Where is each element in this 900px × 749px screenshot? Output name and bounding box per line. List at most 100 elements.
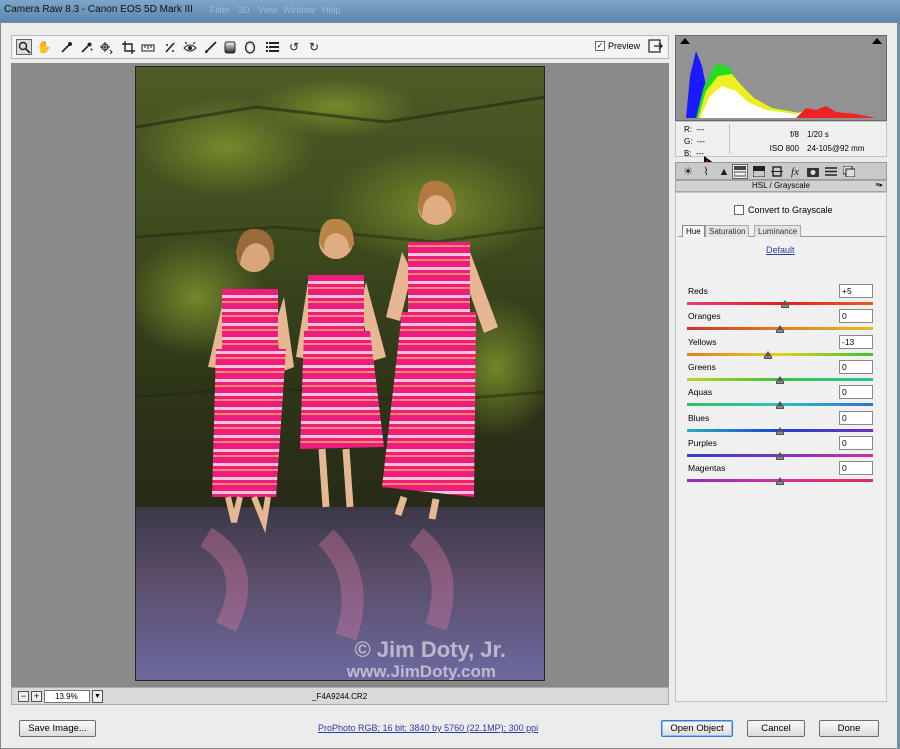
fullscreen-toggle-icon[interactable] [648, 39, 663, 56]
color-sampler-icon[interactable] [78, 39, 94, 55]
slider-label: Aquas [688, 387, 713, 398]
slider-thumb-base[interactable] [776, 406, 784, 410]
slider-thumb-base[interactable] [776, 330, 784, 334]
tab-saturation[interactable]: Saturation [705, 225, 750, 237]
panel-header: HSL / Grayscale ≡▸ [675, 180, 887, 192]
g-value: --- [696, 137, 705, 146]
preview-checkbox[interactable]: ✓ [595, 41, 605, 51]
spot-removal-icon[interactable] [162, 39, 178, 55]
slider-thumb-base[interactable] [776, 431, 784, 435]
hsl-grayscale-panel: Convert to Grayscale Hue Saturation Lumi… [675, 192, 887, 702]
slider-value-field[interactable]: -13 [839, 334, 873, 349]
detail-icon[interactable]: ▲ [716, 164, 732, 179]
camera-raw-dialog: ✋ ↺ ↻ ✓ Preview © Jim Doty, Jr. www.JimD… [0, 22, 898, 749]
camera-calibration-icon[interactable] [805, 164, 821, 179]
slider-value-field[interactable]: 0 [839, 410, 873, 425]
white-balance-tool-icon[interactable] [58, 39, 74, 55]
hue-slider-magentas[interactable]: Magentas 0 [687, 461, 875, 488]
preview-toggle[interactable]: ✓ Preview [595, 41, 640, 51]
hsl-grayscale-icon[interactable] [732, 164, 748, 179]
image-preview-area[interactable]: © Jim Doty, Jr. www.JimDoty.com [11, 63, 669, 687]
hue-slider-greens[interactable]: Greens 0 [687, 359, 875, 387]
hue-slider-yellows[interactable]: Yellows -13 [687, 334, 875, 362]
title-bar: Camera Raw 8.3 - Canon EOS 5D Mark III F… [0, 0, 900, 22]
slider-label: Greens [688, 361, 716, 372]
histogram [675, 35, 887, 121]
presets-icon[interactable] [823, 164, 839, 179]
convert-to-grayscale-checkbox[interactable] [734, 205, 744, 215]
slider-value-field[interactable]: +5 [839, 284, 873, 298]
slider-label: Blues [688, 412, 710, 423]
preferences-icon[interactable] [264, 39, 280, 55]
panel-title: HSL / Grayscale [752, 181, 810, 190]
panel-tab-strip: ☀ ⌇ ▲ fx [675, 162, 887, 180]
rotate-right-icon[interactable]: ↻ [306, 39, 322, 55]
r-value: --- [696, 125, 705, 134]
done-button[interactable]: Done [819, 720, 879, 737]
g-label: G: [684, 137, 693, 146]
hue-slider-oranges[interactable]: Oranges 0 [687, 309, 875, 336]
tone-curve-icon[interactable]: ⌇ [698, 164, 714, 179]
slider-thumb-base[interactable] [780, 305, 789, 308]
hue-slider-aquas[interactable]: Aquas 0 [687, 385, 875, 412]
slider-label: Purples [688, 437, 717, 448]
convert-to-grayscale-label: Convert to Grayscale [748, 205, 833, 215]
lens: 24-105@92 mm [807, 144, 865, 153]
radial-filter-icon[interactable] [242, 39, 258, 55]
tab-hue[interactable]: Hue [682, 225, 705, 237]
hue-slider-blues[interactable]: Blues 0 [687, 410, 875, 438]
slider-label: Yellows [688, 336, 717, 347]
photo-preview[interactable]: © Jim Doty, Jr. www.JimDoty.com [135, 66, 545, 681]
slider-value-field[interactable]: 0 [839, 359, 873, 374]
adjustment-brush-icon[interactable] [202, 39, 218, 55]
straighten-tool-icon[interactable] [140, 39, 156, 55]
slider-thumb-base[interactable] [776, 482, 784, 486]
slider-thumb-base[interactable] [763, 355, 772, 359]
slider-value-field[interactable]: 0 [839, 461, 873, 476]
slider-thumb-base[interactable] [776, 380, 784, 384]
split-toning-icon[interactable] [751, 164, 767, 179]
basic-icon[interactable]: ☀ [680, 164, 696, 179]
watermark-copyright: © Jim Doty, Jr. [354, 637, 506, 662]
graduated-filter-icon[interactable] [222, 39, 238, 55]
default-link[interactable]: Default [766, 245, 795, 255]
hsl-subtabs: Hue Saturation Luminance [678, 225, 886, 237]
workflow-options-link[interactable]: ProPhoto RGB; 16 bit; 3840 by 5760 (22.1… [318, 723, 538, 733]
slider-value-field[interactable]: 0 [839, 309, 873, 324]
ghost-menu-item: 3D [238, 5, 250, 15]
cancel-button[interactable]: Cancel [747, 720, 805, 737]
exif-readout: f/8 1/20 s ISO 800 24-105@92 mm [749, 128, 865, 156]
targeted-adjustment-icon[interactable] [98, 39, 114, 55]
hue-slider-reds[interactable]: Reds +5 [687, 284, 875, 311]
zoom-level-field[interactable]: 13.9% [44, 690, 90, 703]
effects-icon[interactable]: fx [787, 164, 803, 179]
slider-label: Magentas [688, 463, 726, 474]
slider-label: Reds [688, 286, 708, 296]
preview-label: Preview [608, 41, 641, 51]
file-name: _F4A9244.CR2 [312, 692, 368, 701]
hue-slider-purples[interactable]: Purples 0 [687, 435, 875, 463]
crop-tool-icon[interactable] [120, 39, 136, 55]
slider-value-field[interactable]: 0 [839, 385, 873, 400]
convert-to-grayscale-toggle[interactable]: Convert to Grayscale [734, 205, 833, 215]
window-title: Camera Raw 8.3 - Canon EOS 5D Mark III [4, 4, 193, 15]
panel-menu-icon[interactable]: ≡▸ [875, 181, 883, 191]
slider-label: Oranges [688, 311, 721, 322]
tab-luminance[interactable]: Luminance [754, 225, 802, 237]
snapshots-icon[interactable] [841, 164, 857, 179]
hand-tool-icon[interactable]: ✋ [36, 39, 52, 55]
open-object-button[interactable]: Open Object [661, 720, 733, 737]
slider-value-field[interactable]: 0 [839, 435, 873, 450]
rotate-left-icon[interactable]: ↺ [286, 39, 302, 55]
zoom-tool-icon[interactable] [16, 39, 32, 55]
zoom-in-button[interactable]: + [31, 691, 42, 702]
red-eye-icon[interactable] [182, 39, 198, 55]
aperture: f/8 [790, 130, 799, 139]
lens-corrections-icon[interactable] [769, 164, 785, 179]
slider-thumb-base[interactable] [776, 456, 784, 460]
slider-track[interactable] [687, 352, 873, 356]
save-image-button[interactable]: Save Image... [19, 720, 96, 737]
iso: ISO 800 [769, 144, 799, 153]
zoom-dropdown-icon[interactable]: ▼ [92, 690, 103, 703]
zoom-out-button[interactable]: − [18, 691, 29, 702]
